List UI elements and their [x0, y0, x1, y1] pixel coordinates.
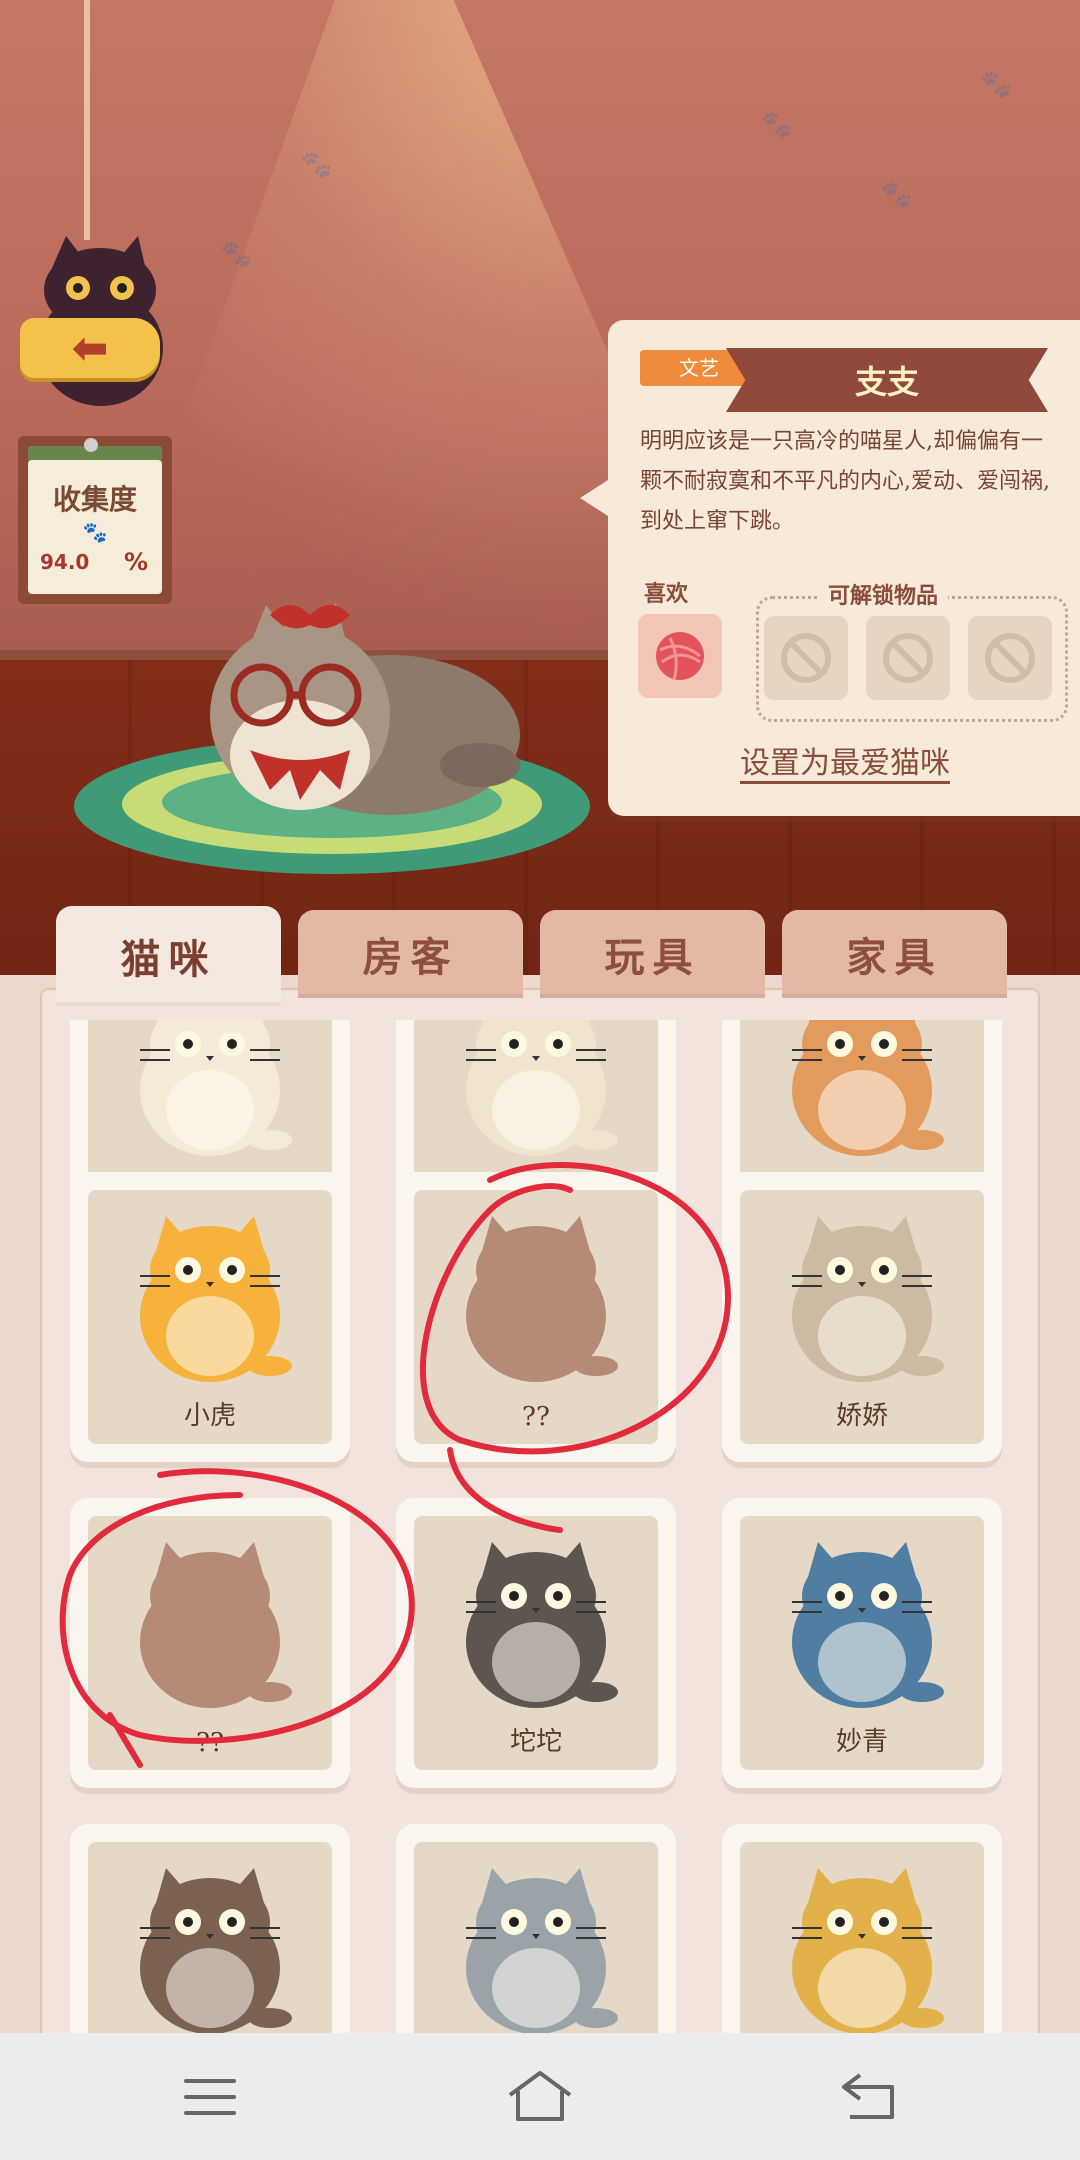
cat-name-label: 娇娇: [835, 1401, 888, 1431]
arrow-left-icon: ⬅: [71, 322, 109, 374]
menu-icon[interactable]: [170, 2061, 250, 2131]
cat-card[interactable]: 小虎: [70, 1172, 350, 1462]
selected-cat-zhizhi[interactable]: [190, 585, 520, 825]
cat-name: 支支: [726, 348, 1048, 412]
cat-name-label: 坨坨: [509, 1727, 562, 1757]
cat-portrait-icon: [792, 1868, 944, 2033]
cat-portrait-icon: [140, 1868, 292, 2033]
cat-portrait-icon: [466, 1542, 618, 1708]
hand-drawn-circle-annotation: [419, 1162, 732, 1533]
paw-print-icon: 🐾: [980, 70, 1013, 100]
prohibited-icon: [781, 633, 831, 683]
liked-item-slot[interactable]: [638, 614, 722, 698]
tab-guests[interactable]: 房客: [298, 910, 523, 998]
cat-profile-card: 文艺 支支 明明应该是一只高冷的喵星人,却偏偏有一颗不耐寂寞和不平凡的内心,爱动…: [580, 320, 1080, 816]
cat-name-label: 妙青: [835, 1727, 888, 1757]
back-button[interactable]: ⬅: [20, 318, 160, 378]
cat-portrait-icon: [792, 1020, 944, 1156]
cat-portrait-icon: [466, 1868, 618, 2033]
paw-icon: 🐾: [82, 520, 108, 544]
set-favorite-button[interactable]: 设置为最爱猫咪: [740, 738, 950, 782]
cat-card[interactable]: [70, 1824, 350, 2033]
collection-value: 94.0: [40, 550, 90, 574]
cat-portrait-icon: [140, 1020, 292, 1156]
paw-print-icon: 🐾: [300, 150, 333, 180]
collection-board: 收集度 🐾 94.0 %: [18, 436, 172, 604]
locked-item-slot[interactable]: [968, 616, 1052, 700]
prohibited-icon: [985, 633, 1035, 683]
cat-card[interactable]: [396, 1824, 676, 2033]
collection-title: 收集度: [52, 483, 137, 516]
game-scene: 🐾 🐾 🐾 🐾 🐾 ⬅ 收集度 🐾 94.0 % 文艺 支支 明明应该是一只高冷…: [0, 0, 1080, 2033]
home-icon[interactable]: [500, 2061, 580, 2131]
pin-icon: [84, 438, 98, 452]
paw-print-icon: 🐾: [220, 240, 253, 270]
locked-item-slot[interactable]: [866, 616, 950, 700]
cat-name-label: 小虎: [183, 1401, 236, 1431]
cat-portrait-icon: [466, 1020, 618, 1156]
tab-toys[interactable]: 玩具: [540, 910, 765, 998]
like-label: 喜欢: [644, 582, 689, 607]
paw-print-icon: 🐾: [760, 110, 793, 140]
cat-portrait-icon: [792, 1542, 944, 1708]
back-nav-icon[interactable]: [830, 2061, 910, 2131]
system-nav-bar: [0, 2033, 1080, 2160]
cat-card[interactable]: 娇娇: [722, 1172, 1002, 1462]
cat-portrait-icon: [792, 1216, 944, 1382]
locked-item-slot[interactable]: [764, 616, 848, 700]
tab-cats[interactable]: 猫咪: [56, 906, 281, 1006]
tab-furniture[interactable]: 家具: [782, 910, 1007, 998]
hand-drawn-circle-annotation: [59, 1468, 415, 1768]
prohibited-icon: [883, 633, 933, 683]
yarn-ball-icon: [656, 632, 704, 681]
cat-card[interactable]: [722, 1824, 1002, 2033]
paw-print-icon: 🐾: [880, 180, 913, 210]
unlock-label: 可解锁物品: [818, 578, 949, 610]
cat-portrait-icon: [140, 1216, 292, 1382]
hanging-rope: [84, 0, 90, 240]
collection-unit: %: [123, 548, 148, 576]
cat-card[interactable]: 妙青: [722, 1498, 1002, 1788]
collection-note: 收集度 🐾 94.0 %: [28, 446, 162, 594]
cat-description: 明明应该是一只高冷的喵星人,却偏偏有一颗不耐寂寞和不平凡的内心,爱动、爱闯祸,到…: [640, 429, 1050, 534]
